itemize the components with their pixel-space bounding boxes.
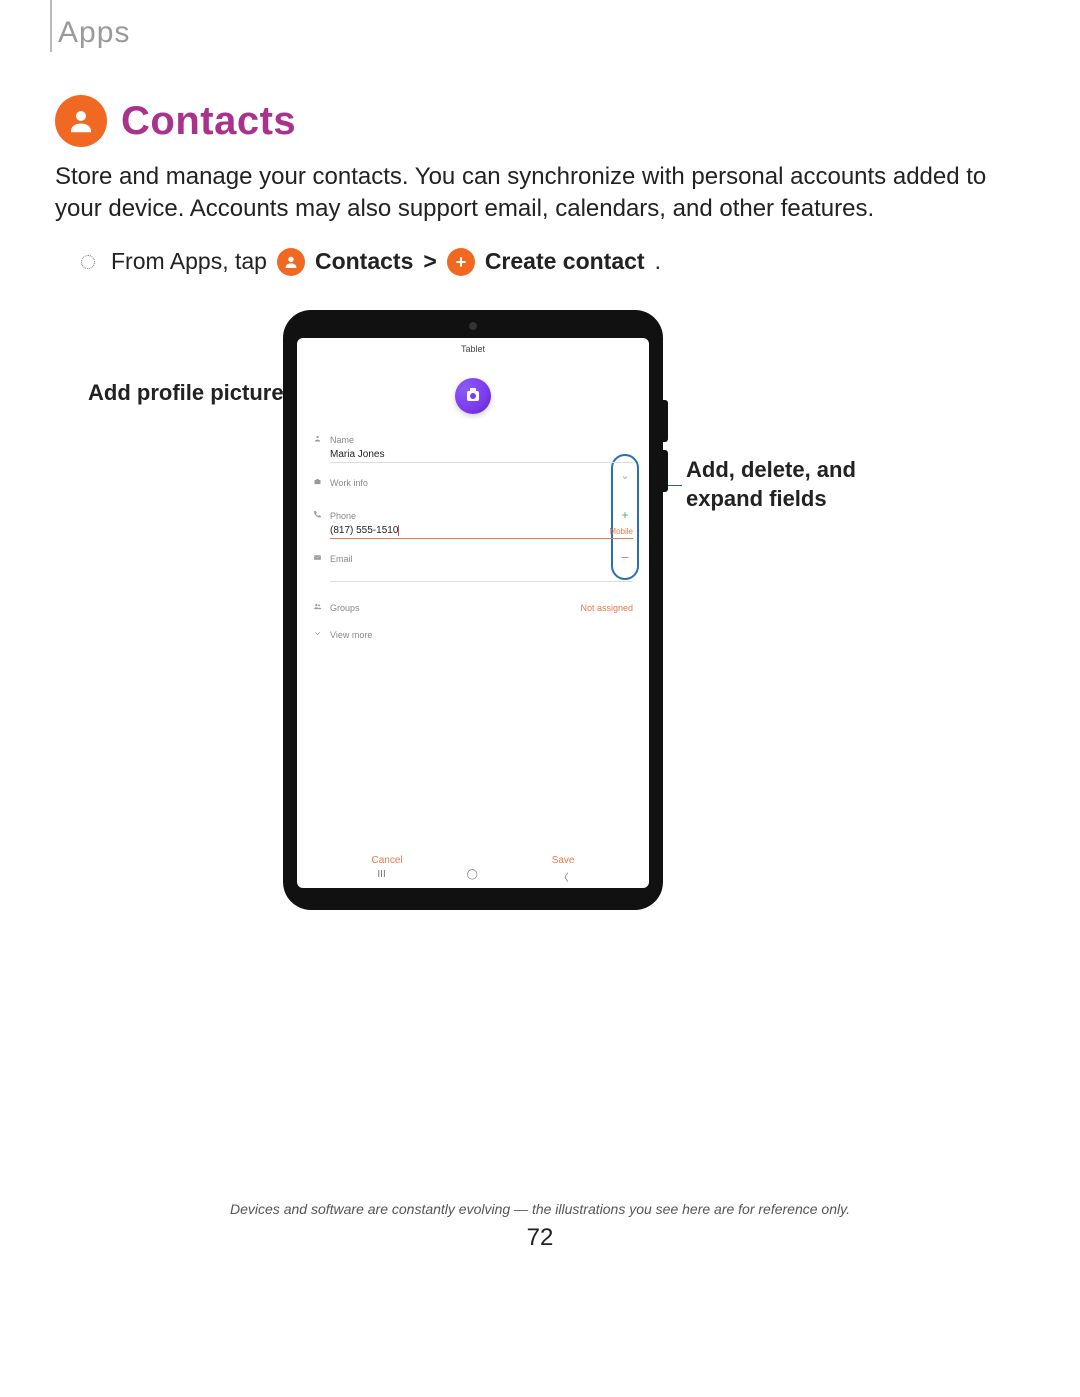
- email-label: Email: [330, 554, 353, 564]
- page-number: 72: [0, 1224, 1080, 1252]
- chevron-down-icon: [313, 629, 322, 640]
- step-period: .: [655, 248, 661, 275]
- camera-icon: [467, 391, 479, 401]
- work-info-field[interactable]: Work info: [313, 477, 633, 488]
- step-bullet-icon: [81, 255, 95, 269]
- phone-icon: [313, 510, 322, 521]
- email-input[interactable]: [330, 568, 633, 582]
- name-label: Name: [330, 435, 354, 445]
- nav-back-icon[interactable]: 〈: [559, 869, 569, 884]
- callout-right-line1: Add, delete, and: [686, 457, 856, 482]
- instruction-step: From Apps, tap Contacts > Create contact…: [55, 248, 1025, 276]
- phone-input[interactable]: (817) 555-1510 Mobile: [330, 525, 633, 539]
- step-contacts-label: Contacts: [315, 248, 413, 275]
- callout-right-line2: expand fields: [686, 486, 827, 511]
- callout-add-delete-expand: Add, delete, and expand fields: [686, 456, 856, 513]
- phone-type-selector[interactable]: Mobile: [609, 527, 633, 536]
- contacts-app-icon: [55, 95, 107, 147]
- phone-label: Phone: [330, 511, 356, 521]
- tablet-side-button: [663, 400, 668, 442]
- nav-home-icon[interactable]: ◯: [467, 869, 478, 884]
- phone-value: (817) 555-1510: [330, 525, 398, 536]
- groups-value[interactable]: Not assigned: [580, 603, 633, 613]
- footer-disclaimer: Devices and software are constantly evol…: [0, 1201, 1080, 1217]
- view-more-label: View more: [330, 630, 372, 640]
- groups-label: Groups: [330, 603, 360, 613]
- view-more-button[interactable]: View more: [313, 629, 633, 640]
- page-section-header: Apps: [50, 0, 130, 50]
- section-title: Contacts: [121, 99, 296, 144]
- email-icon: [313, 553, 322, 564]
- section-intro: Store and manage your contacts. You can …: [55, 161, 1025, 226]
- tablet-device-frame: Tablet ⌄ + − Name Maria Jones: [283, 310, 663, 910]
- email-field[interactable]: Email: [313, 553, 633, 582]
- name-field[interactable]: Name Maria Jones: [313, 434, 633, 463]
- name-input[interactable]: Maria Jones: [330, 449, 633, 463]
- step-create-label: Create contact: [485, 248, 645, 275]
- tablet-screen: Tablet ⌄ + − Name Maria Jones: [297, 338, 649, 888]
- person-icon: [313, 434, 322, 445]
- groups-field[interactable]: Groups Not assigned: [313, 602, 633, 613]
- cancel-button[interactable]: Cancel: [372, 855, 403, 866]
- add-profile-picture-button[interactable]: [455, 378, 491, 414]
- add-icon: [447, 248, 475, 276]
- tablet-side-button: [663, 450, 668, 492]
- contacts-icon: [277, 248, 305, 276]
- groups-icon: [313, 602, 322, 613]
- storage-location-label[interactable]: Tablet: [297, 338, 649, 354]
- text-cursor-icon: [398, 525, 399, 536]
- phone-field[interactable]: Phone (817) 555-1510 Mobile: [313, 510, 633, 539]
- nav-recent-icon[interactable]: III: [377, 869, 385, 884]
- step-text-prefix: From Apps, tap: [111, 248, 267, 275]
- step-separator: >: [423, 248, 436, 275]
- work-info-label: Work info: [330, 478, 368, 488]
- callout-add-profile-picture: Add profile picture: [88, 380, 284, 406]
- save-button[interactable]: Save: [552, 855, 575, 866]
- tablet-camera-icon: [469, 322, 477, 330]
- briefcase-icon: [313, 477, 322, 488]
